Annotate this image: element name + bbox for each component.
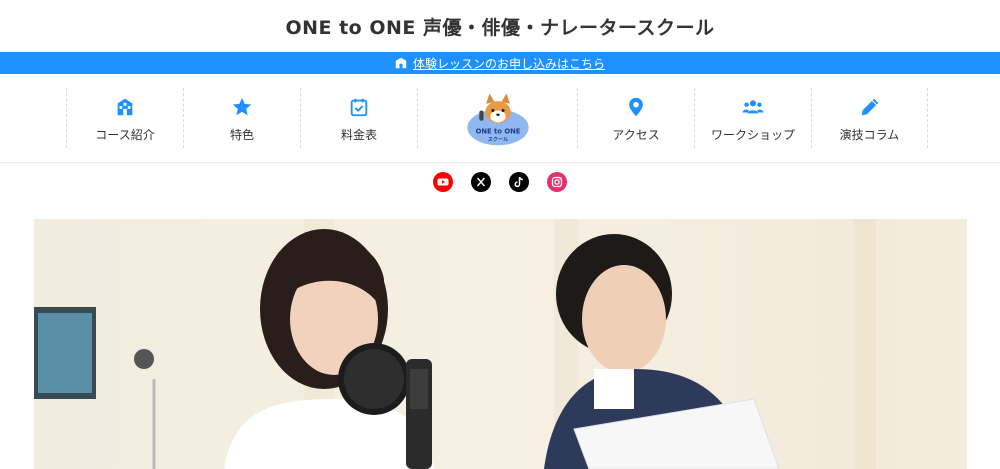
nav-label-features: 特色 bbox=[229, 127, 254, 142]
trial-lesson-link[interactable]: 体験レッスンのお申し込みはこちら bbox=[413, 55, 605, 72]
nav-item-column[interactable]: 演技コラム bbox=[811, 88, 928, 148]
main-nav: コース紹介 特色 料金表 ONE to ONE スクール アクセス ワークショッ… bbox=[0, 74, 1000, 163]
youtube-icon[interactable] bbox=[433, 172, 453, 192]
trial-lesson-bar: 体験レッスンのお申し込みはこちら bbox=[0, 52, 1000, 74]
x-icon[interactable] bbox=[471, 172, 491, 192]
school-icon bbox=[395, 57, 407, 69]
nav-item-courses[interactable]: コース紹介 bbox=[66, 88, 183, 148]
nav-item-access[interactable]: アクセス bbox=[577, 88, 694, 148]
pencil-icon bbox=[861, 98, 878, 115]
logo-line2: スクール bbox=[487, 136, 507, 143]
logo-line1: ONE to ONE bbox=[475, 127, 520, 135]
star-icon bbox=[232, 97, 252, 115]
site-logo[interactable]: ONE to ONE スクール bbox=[417, 88, 577, 148]
site-title[interactable]: ONE to ONE 声優・俳優・ナレータースクール bbox=[0, 0, 1000, 52]
nav-item-pricing[interactable]: 料金表 bbox=[300, 88, 417, 148]
nav-label-access: アクセス bbox=[612, 127, 660, 142]
nav-item-features[interactable]: 特色 bbox=[183, 88, 300, 148]
nav-item-workshop[interactable]: ワークショップ bbox=[694, 88, 811, 148]
instagram-icon[interactable] bbox=[547, 172, 567, 192]
nav-label-courses: コース紹介 bbox=[95, 127, 155, 142]
calendar-check-icon bbox=[350, 98, 368, 116]
nav-label-column: 演技コラム bbox=[839, 127, 900, 142]
users-icon bbox=[742, 99, 764, 113]
social-links bbox=[0, 164, 1000, 200]
school-icon bbox=[117, 98, 133, 115]
nav-label-workshop: ワークショップ bbox=[710, 127, 795, 142]
hero-image bbox=[34, 219, 967, 469]
map-pin-icon bbox=[629, 97, 643, 116]
nav-label-pricing: 料金表 bbox=[340, 127, 377, 142]
tiktok-icon[interactable] bbox=[509, 172, 529, 192]
hero-photo-illustration bbox=[34, 219, 967, 469]
shiba-logo-icon: ONE to ONE スクール bbox=[466, 93, 529, 146]
